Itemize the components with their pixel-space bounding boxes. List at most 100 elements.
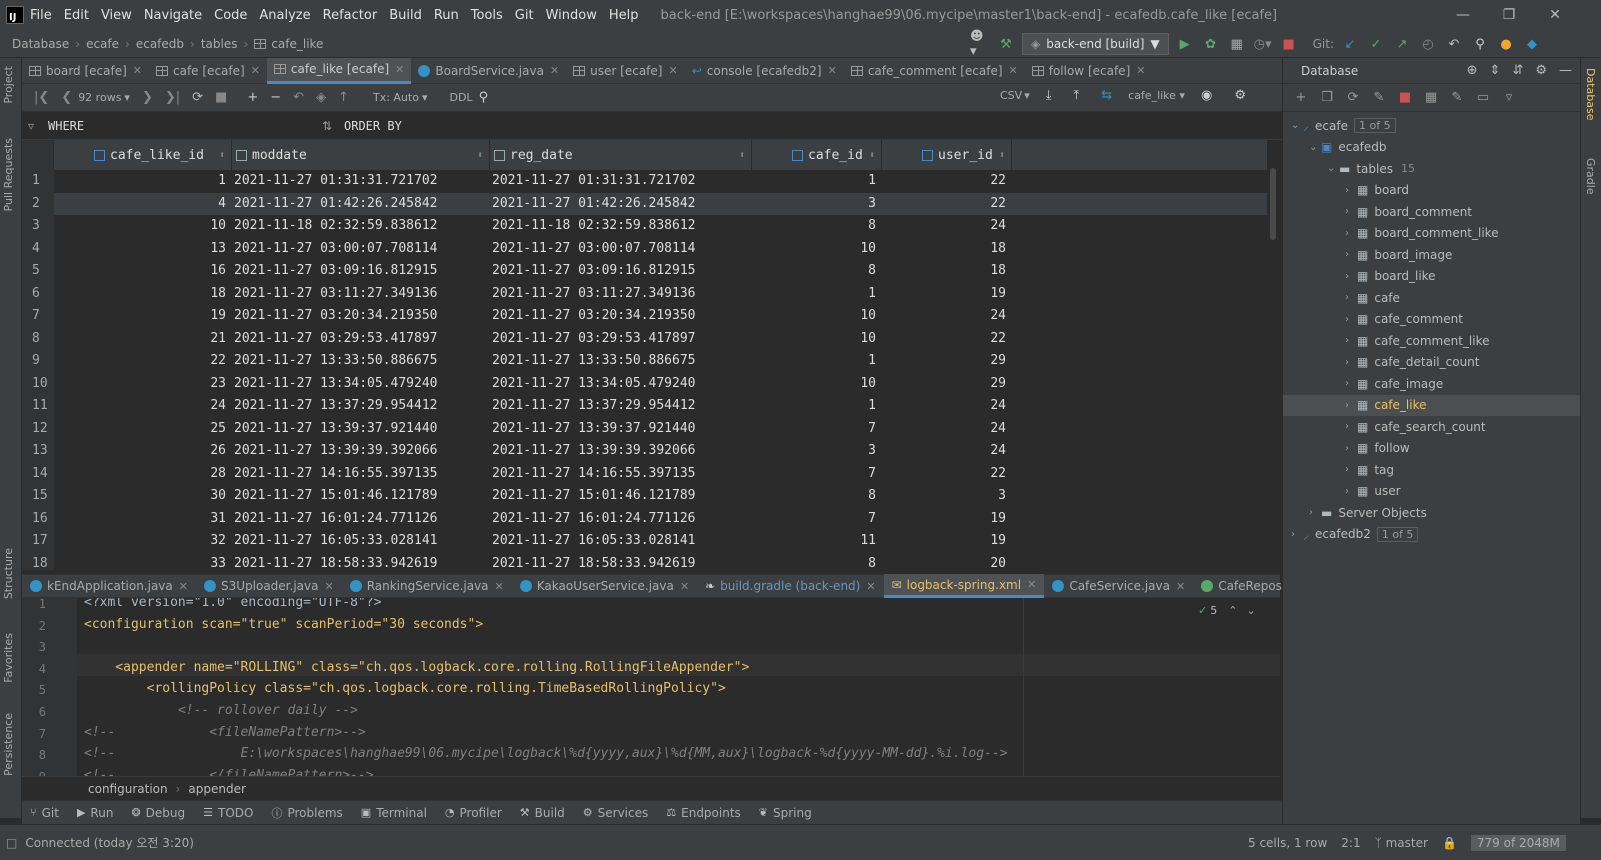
editor-tab[interactable]: KakaoUserService.java ✕ <box>512 574 697 598</box>
close-tab-icon[interactable]: ✕ <box>251 64 260 77</box>
profile-icon[interactable]: ◷▾ <box>1253 34 1273 54</box>
tree-node[interactable]: ⌄ ▬ tables 15 <box>1327 158 1415 179</box>
menu-navigate[interactable]: Navigate <box>144 8 202 23</box>
chevron-right-icon[interactable]: › <box>1345 271 1357 282</box>
table-cell[interactable]: 29 <box>882 373 1012 396</box>
table-cell[interactable]: 2021-11-27 01:42:26.245842 <box>232 193 490 216</box>
collapse-all-icon[interactable]: ⇵ <box>1512 63 1523 78</box>
breadcrumb-item[interactable]: cafe_like <box>271 37 323 51</box>
editor-tab[interactable]: cafe_like [ecafe] ✕ <box>266 57 412 84</box>
user-icon[interactable]: ☻▾ <box>970 29 990 59</box>
commit-icon[interactable]: ↑ <box>338 90 349 105</box>
table-row[interactable]: 1 1 2021-11-27 01:31:31.721702 2021-11-27 0… <box>22 170 1267 193</box>
code-line[interactable]: <!-- rollover daily --> <box>84 703 358 718</box>
last-page-icon[interactable]: ❯| <box>165 90 180 105</box>
settings-icon[interactable]: ⚙ <box>1234 88 1246 103</box>
sort-toggle-icon[interactable]: ⬍ <box>219 150 225 161</box>
where-input[interactable]: WHERE <box>48 119 84 133</box>
table-cell[interactable]: 2021-11-18 02:32:59.838612 <box>490 215 752 238</box>
editor-tab[interactable]: CafeService.java ✕ <box>1044 574 1193 598</box>
sort-toggle-icon[interactable]: ⬍ <box>477 150 483 161</box>
table-row[interactable]: 6 18 2021-11-27 03:11:27.349136 2021-11-27 … <box>22 282 1267 306</box>
table-cell[interactable]: 2021-11-27 15:01:46.121789 <box>490 485 752 508</box>
tool-window-debug[interactable]: ❂ Debug <box>131 806 185 820</box>
table-cell[interactable]: 2021-11-27 03:00:07.708114 <box>232 238 490 261</box>
hammer-icon[interactable]: ⚒ <box>996 34 1016 54</box>
chevron-right-icon[interactable]: › <box>1345 185 1357 196</box>
order-by-input[interactable]: ORDER BY <box>344 119 402 133</box>
stop-icon[interactable]: ■ <box>1397 90 1413 105</box>
chevron-right-icon[interactable]: › <box>1291 529 1303 540</box>
table-cell[interactable]: 25 <box>54 418 232 441</box>
git-update-icon[interactable]: ↙ <box>1340 34 1360 54</box>
tree-node[interactable]: › ▦ cafe_image <box>1345 373 1443 394</box>
editor-tab[interactable]: BoardService.java ✕ <box>411 58 566 84</box>
close-tab-icon[interactable]: ✕ <box>828 64 837 77</box>
tool-window-build[interactable]: ⚒ Build <box>520 806 565 820</box>
prev-page-icon[interactable]: ❮ <box>61 90 72 105</box>
breadcrumb-item[interactable]: tables <box>201 37 238 51</box>
column-header-reg-date[interactable]: reg_date ⬍ <box>490 140 752 170</box>
memory-indicator[interactable]: 779 of 2048M <box>1470 835 1566 851</box>
table-row[interactable]: 7 19 2021-11-27 03:20:34.219350 2021-11-27 … <box>22 305 1267 328</box>
table-row[interactable]: 3 10 2021-11-18 02:32:59.838612 2021-11-18 … <box>22 215 1267 238</box>
schema-sync-icon[interactable]: ✎ <box>1371 90 1387 105</box>
tree-node[interactable]: › ▦ follow <box>1345 438 1410 459</box>
tool-window-git[interactable]: ⑂ Git <box>30 806 59 820</box>
menu-analyze[interactable]: Analyze <box>259 8 310 23</box>
first-page-icon[interactable]: |❮ <box>34 90 49 105</box>
table-cell[interactable]: 2021-11-18 02:32:59.838612 <box>232 215 490 238</box>
restore-button[interactable]: ❐ <box>1486 0 1532 30</box>
coverage-icon[interactable]: ▦ <box>1227 34 1247 54</box>
menu-window[interactable]: Window <box>546 8 597 23</box>
table-cell[interactable]: 8 <box>752 485 882 508</box>
close-tab-icon[interactable]: ✕ <box>1136 64 1145 77</box>
close-tab-icon[interactable]: ✕ <box>133 64 142 77</box>
table-cell[interactable]: 2021-11-27 16:05:33.028141 <box>490 530 752 553</box>
menu-help[interactable]: Help <box>609 8 639 23</box>
code-line[interactable]: <appender name="ROLLING" class="ch.qos.l… <box>84 660 749 675</box>
table-cell[interactable]: 24 <box>882 215 1012 238</box>
table-cell[interactable]: 2021-11-27 03:20:34.219350 <box>490 305 752 328</box>
plugin-icon[interactable]: ◆ <box>1522 34 1542 54</box>
lock-icon[interactable]: 🔒 <box>1442 836 1457 850</box>
add-row-icon[interactable]: + <box>247 90 258 105</box>
upload-icon[interactable]: ⤒ <box>1073 88 1079 103</box>
search-icon[interactable]: ⚲ <box>479 90 489 105</box>
favorites-tab[interactable]: Favorites <box>2 633 15 683</box>
table-cell[interactable]: 3 <box>752 440 882 463</box>
close-tab-icon[interactable]: ✕ <box>550 64 559 77</box>
chevron-right-icon[interactable]: › <box>1345 378 1357 389</box>
git-commit-icon[interactable]: ✓ <box>1366 34 1386 54</box>
menu-tools[interactable]: Tools <box>471 8 503 23</box>
chevron-right-icon[interactable]: › <box>1345 228 1357 239</box>
settings-icon[interactable]: ⚙ <box>1535 63 1547 78</box>
table-cell[interactable]: 16 <box>54 260 232 283</box>
scrollbar-thumb[interactable] <box>1270 168 1276 240</box>
table-cell[interactable]: 19 <box>54 305 232 328</box>
run-icon[interactable]: ▶ <box>1175 34 1195 54</box>
breadcrumb-item[interactable]: ecafedb <box>136 37 184 51</box>
table-cell[interactable]: 24 <box>882 395 1012 418</box>
table-cell[interactable]: 30 <box>54 485 232 508</box>
run-configuration-select[interactable]: ◈ back-end [build] ▼ <box>1022 33 1169 55</box>
chevron-right-icon[interactable]: › <box>1345 335 1357 346</box>
compare-icon[interactable]: ⇆ <box>1101 88 1112 103</box>
chevron-right-icon[interactable]: › <box>1345 400 1357 411</box>
menu-refactor[interactable]: Refactor <box>323 8 378 23</box>
tool-window-todo[interactable]: ☰ TODO <box>203 806 253 820</box>
rows-count[interactable]: 92 rows <box>78 91 121 104</box>
breadcrumb-appender[interactable]: appender <box>188 782 246 796</box>
tool-window-services[interactable]: ⚙ Services <box>583 806 648 820</box>
table-row[interactable]: 14 28 2021-11-27 14:16:55.397135 2021-11-27… <box>22 462 1267 485</box>
tree-node[interactable]: › ▦ user <box>1345 481 1401 502</box>
menu-view[interactable]: View <box>101 8 132 23</box>
tree-node[interactable]: › ▦ cafe_detail_count <box>1345 352 1479 373</box>
project-tab[interactable]: Project <box>2 66 15 104</box>
chevron-right-icon[interactable]: › <box>1345 421 1357 432</box>
tree-node[interactable]: › ▦ cafe <box>1345 287 1400 308</box>
table-cell[interactable]: 19 <box>882 283 1012 306</box>
table-cell[interactable]: 2021-11-27 13:37:29.954412 <box>232 395 490 418</box>
chevron-up-icon[interactable]: ⌃ <box>1228 604 1237 617</box>
breadcrumb-configuration[interactable]: configuration <box>88 782 168 796</box>
